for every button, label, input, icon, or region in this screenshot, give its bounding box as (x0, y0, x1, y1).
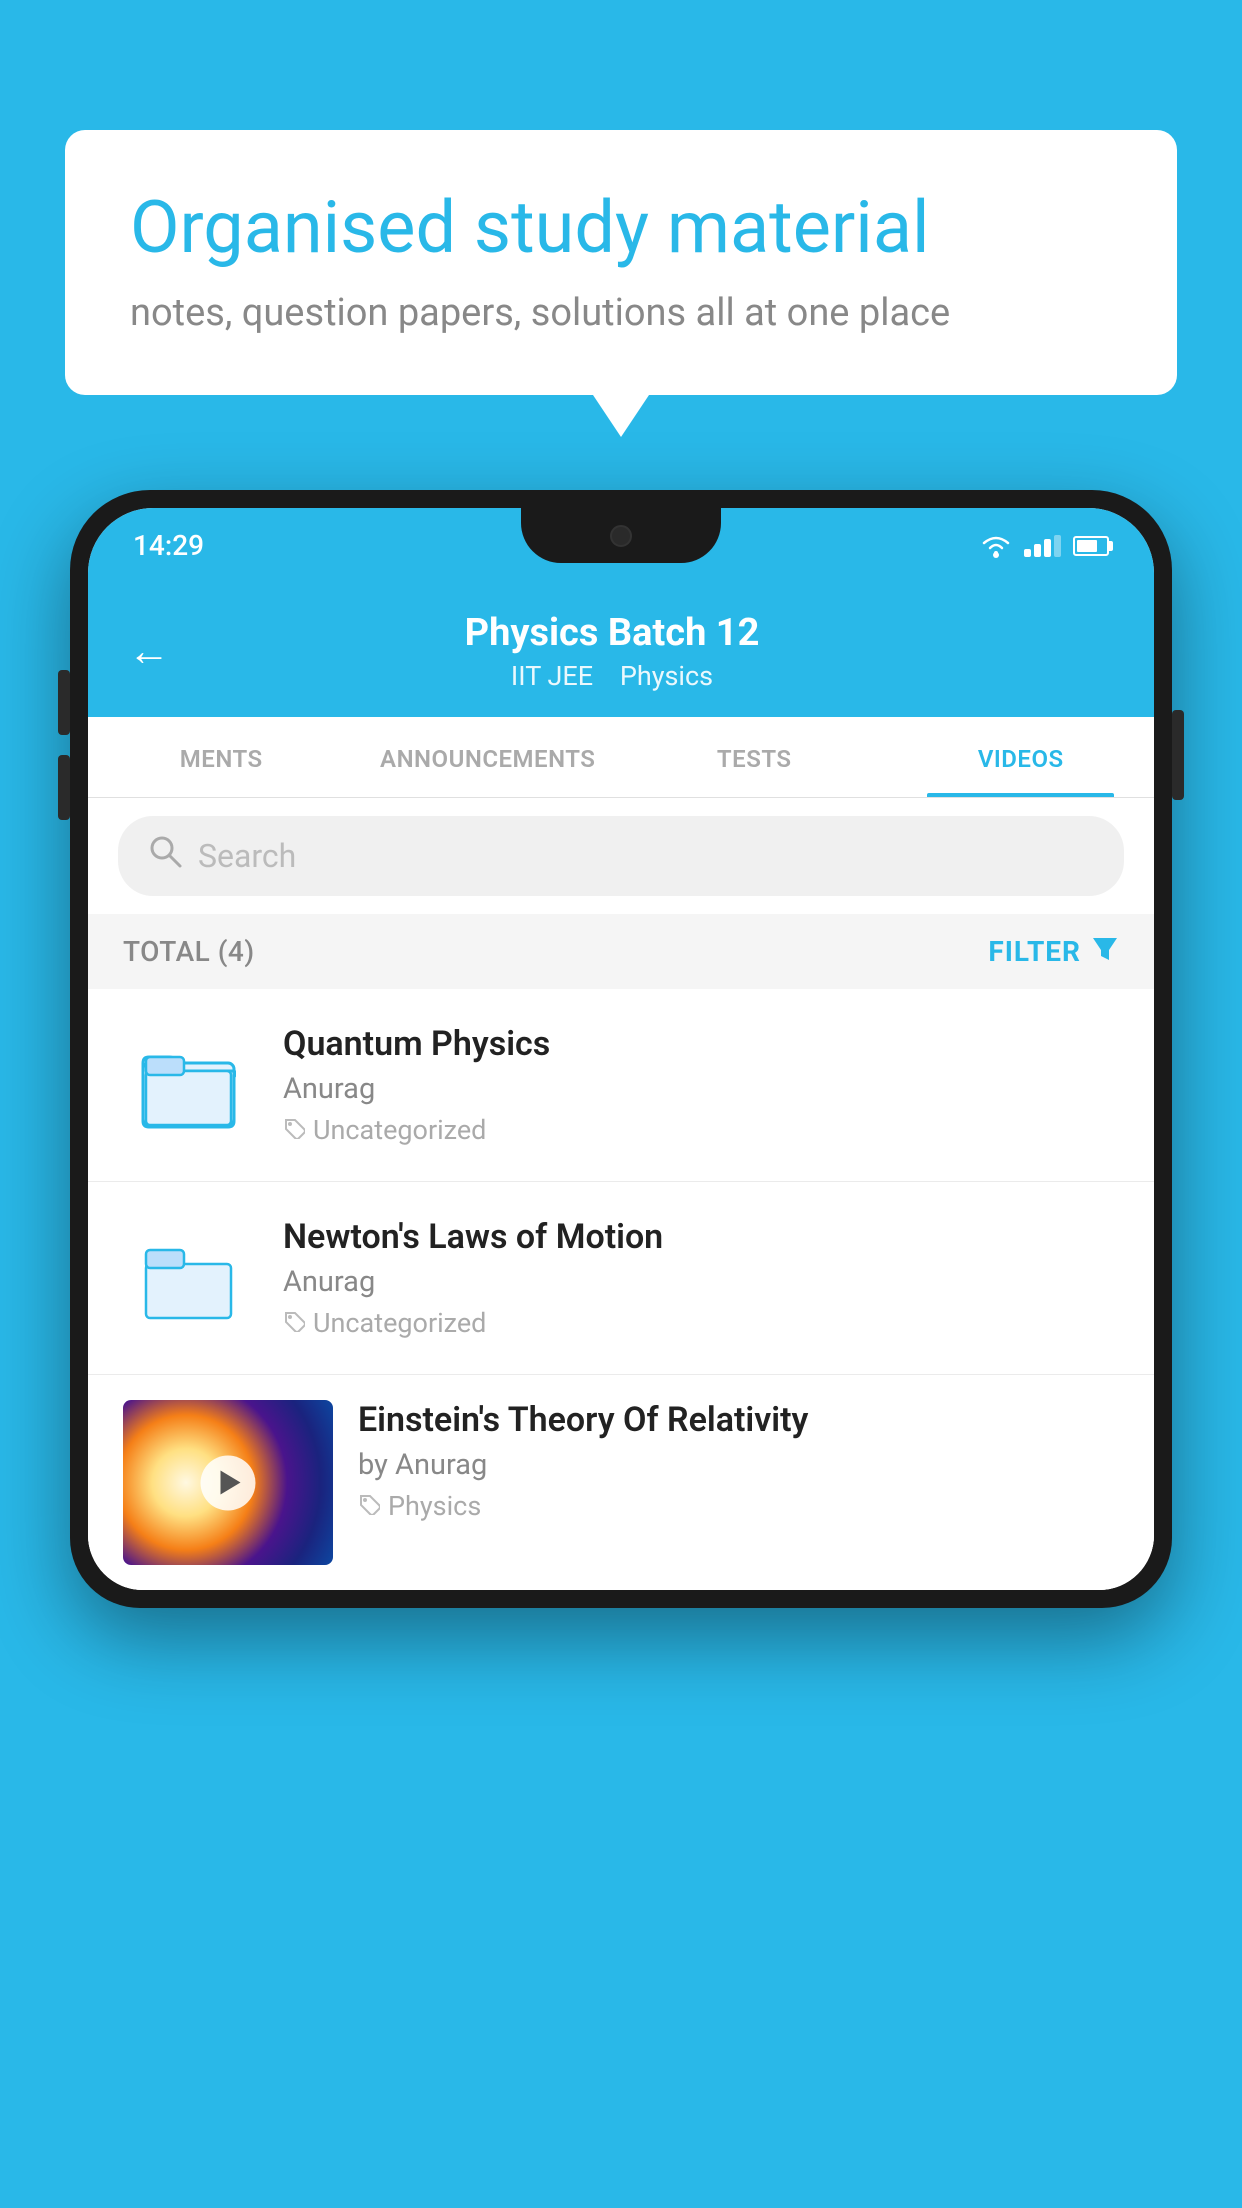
bubble-subtitle: notes, question papers, solutions all at… (130, 291, 1112, 335)
phone-outer: 14:29 (70, 490, 1172, 1608)
list-item[interactable]: Newton's Laws of Motion Anurag Uncategor… (88, 1182, 1154, 1375)
video-tag-2: Uncategorized (283, 1307, 1119, 1339)
status-bar: 14:29 (88, 508, 1154, 583)
folder-icon (141, 1038, 236, 1133)
tab-announcements[interactable]: ANNOUNCEMENTS (355, 717, 622, 797)
video-info-1: Quantum Physics Anurag Uncategorized (283, 1024, 1119, 1146)
status-time: 14:29 (133, 529, 204, 562)
tab-tests[interactable]: TESTS (621, 717, 888, 797)
filter-bar: TOTAL (4) FILTER (88, 914, 1154, 989)
tag-label-3: Physics (388, 1490, 481, 1522)
signal-icon (1024, 535, 1061, 557)
video-info-3: Einstein's Theory Of Relativity by Anura… (358, 1400, 1119, 1522)
list-item[interactable]: Einstein's Theory Of Relativity by Anura… (88, 1375, 1154, 1590)
batch-subtitle: IIT JEE Physics (200, 660, 1024, 692)
tabs-bar: MENTS ANNOUNCEMENTS TESTS VIDEOS (88, 717, 1154, 798)
speech-bubble-container: Organised study material notes, question… (65, 130, 1177, 395)
tag-icon (283, 1114, 305, 1146)
video-thumbnail-3 (123, 1400, 333, 1565)
tag-icon (283, 1307, 305, 1339)
video-list: Quantum Physics Anurag Uncategorized (88, 989, 1154, 1590)
tab-ments[interactable]: MENTS (88, 717, 355, 797)
batch-subject: Physics (620, 660, 713, 692)
video-author-2: Anurag (283, 1265, 1119, 1299)
play-button[interactable] (201, 1455, 256, 1510)
video-thumbnail-1 (123, 1030, 253, 1140)
tag-icon (358, 1490, 380, 1522)
total-count: TOTAL (4) (123, 935, 255, 968)
phone-wrapper: 14:29 (70, 490, 1172, 2208)
play-triangle-icon (220, 1471, 240, 1495)
video-author-3: by Anurag (358, 1448, 1119, 1482)
volume-down-button[interactable] (58, 755, 70, 820)
list-item[interactable]: Quantum Physics Anurag Uncategorized (88, 989, 1154, 1182)
power-button[interactable] (1172, 710, 1184, 800)
search-placeholder: Search (198, 837, 296, 875)
phone-screen: 14:29 (88, 508, 1154, 1590)
video-tag-1: Uncategorized (283, 1114, 1119, 1146)
battery-icon (1073, 536, 1109, 556)
front-camera (610, 525, 632, 547)
video-title-1: Quantum Physics (283, 1024, 1119, 1064)
speech-bubble: Organised study material notes, question… (65, 130, 1177, 395)
video-tag-3: Physics (358, 1490, 1119, 1522)
status-icons (980, 533, 1109, 559)
batch-category: IIT JEE (511, 660, 593, 692)
header-title-area: Physics Batch 12 IIT JEE Physics (200, 611, 1024, 692)
tag-label-1: Uncategorized (313, 1114, 486, 1146)
wifi-icon (980, 533, 1012, 559)
filter-icon (1091, 934, 1119, 969)
tag-label-2: Uncategorized (313, 1307, 486, 1339)
batch-title: Physics Batch 12 (200, 611, 1024, 655)
search-icon (148, 834, 183, 878)
tab-videos[interactable]: VIDEOS (888, 717, 1155, 797)
notch (521, 508, 721, 563)
filter-label: FILTER (988, 935, 1081, 968)
folder-icon (141, 1231, 236, 1326)
app-header: ← Physics Batch 12 IIT JEE Physics (88, 583, 1154, 717)
volume-up-button[interactable] (58, 670, 70, 735)
search-container: Search (88, 798, 1154, 914)
search-bar[interactable]: Search (118, 816, 1124, 896)
back-button[interactable]: ← (128, 631, 170, 673)
video-title-3: Einstein's Theory Of Relativity (358, 1400, 1119, 1440)
video-title-2: Newton's Laws of Motion (283, 1217, 1119, 1257)
bubble-title: Organised study material (130, 185, 1112, 271)
video-info-2: Newton's Laws of Motion Anurag Uncategor… (283, 1217, 1119, 1339)
video-author-1: Anurag (283, 1072, 1119, 1106)
video-thumbnail-2 (123, 1223, 253, 1333)
filter-button[interactable]: FILTER (988, 934, 1119, 969)
